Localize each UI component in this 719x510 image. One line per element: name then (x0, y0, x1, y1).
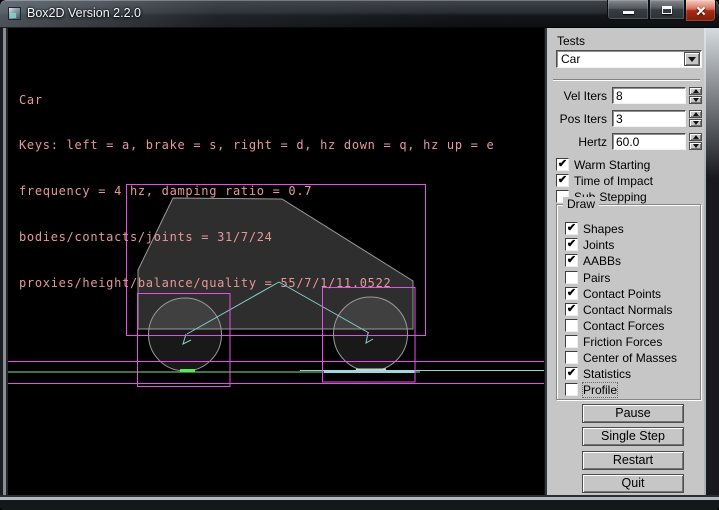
arrow-up-icon (693, 112, 699, 116)
arrow-down-icon (693, 144, 699, 148)
arrow-down-icon (693, 98, 699, 102)
arrow-up-icon (693, 89, 699, 93)
single-step-button[interactable]: Single Step (582, 427, 684, 446)
window-title: Box2D Version 2.2.0 (27, 0, 141, 28)
restart-button[interactable]: Restart (582, 451, 684, 470)
tests-label: Tests (557, 34, 585, 48)
stats-line-frequency: frequency = 4 hz, damping ratio = 0.7 (19, 184, 494, 199)
chevron-down-icon (688, 57, 696, 62)
title-bar[interactable]: Box2D Version 2.2.0 (0, 0, 719, 28)
pause-button[interactable]: Pause (582, 404, 684, 423)
checkbox-box[interactable] (565, 319, 578, 332)
spinner-down-button[interactable] (689, 142, 702, 150)
draw-group: Draw ✔ Shapes ✔ Joints ✔ AABBs Pairs ✔ C… (556, 204, 701, 400)
checkbox-label: Shapes (583, 222, 624, 236)
checkbox-label: Time of Impact (574, 174, 653, 188)
checkbox-label: Pairs (583, 271, 610, 285)
statistics-text: Car Keys: left = a, brake = s, right = d… (19, 62, 494, 322)
checkbox-label: Warm Starting (574, 158, 650, 172)
close-icon (695, 5, 707, 17)
checkbox-box[interactable] (565, 383, 578, 396)
pos-iters-label: Pos Iters (547, 112, 607, 126)
spinner-down-button[interactable] (689, 119, 702, 127)
tests-dropdown-arrow-button[interactable] (684, 52, 700, 66)
checkbox-box[interactable] (565, 271, 578, 284)
pos-iters-row: Pos Iters (547, 110, 706, 127)
checkbox-box[interactable]: ✔ (556, 174, 569, 187)
vel-iters-spinner (689, 87, 702, 104)
checkbox-box[interactable] (565, 351, 578, 364)
hertz-row: Hertz (547, 133, 706, 150)
stats-line-title: Car (19, 93, 494, 108)
spinner-up-button[interactable] (689, 133, 702, 141)
draw-group-title: Draw (563, 197, 599, 211)
vel-iters-row: Vel Iters (547, 87, 706, 104)
separator (553, 79, 700, 81)
checkbox-label: Center of Masses (583, 351, 677, 365)
window-border-left (0, 28, 8, 510)
spinner-up-button[interactable] (689, 87, 702, 95)
checkbox-box[interactable]: ✔ (565, 238, 578, 251)
simulation-canvas[interactable]: Car Keys: left = a, brake = s, right = d… (8, 28, 544, 495)
tests-dropdown[interactable]: Car (556, 50, 702, 68)
maximize-icon (662, 6, 672, 14)
hertz-label: Hertz (547, 135, 607, 149)
checkbox-box[interactable] (565, 335, 578, 348)
checkbox-box[interactable]: ✔ (565, 367, 578, 380)
minimize-button[interactable] (607, 0, 649, 20)
window-border-bottom (0, 495, 719, 510)
checkbox-box[interactable]: ✔ (556, 158, 569, 171)
vel-iters-input[interactable] (612, 87, 686, 104)
tests-dropdown-value: Car (561, 52, 580, 67)
checkbox-label: Contact Normals (583, 303, 672, 317)
hertz-spinner (689, 133, 702, 150)
checkbox-label: AABBs (583, 254, 621, 268)
checkbox-label: Contact Points (583, 287, 661, 301)
hertz-input[interactable] (612, 133, 686, 150)
checkbox-box[interactable]: ✔ (565, 287, 578, 300)
checkbox-label: Profile (583, 383, 617, 397)
pos-iters-spinner (689, 110, 702, 127)
checkbox-box[interactable]: ✔ (565, 222, 578, 235)
checkbox-box[interactable]: ✔ (565, 303, 578, 316)
checkbox-label: Friction Forces (583, 335, 662, 349)
arrow-down-icon (693, 121, 699, 125)
spinner-up-button[interactable] (689, 110, 702, 118)
checkbox-label: Statistics (583, 367, 631, 381)
vel-iters-label: Vel Iters (547, 89, 607, 103)
control-panel: Tests Car Vel Iters Pos Iters (545, 28, 706, 495)
stats-line-proxies: proxies/height/balance/quality = 55/7/1/… (19, 276, 494, 291)
checkbox-box[interactable]: ✔ (565, 254, 578, 267)
stats-line-keys: Keys: left = a, brake = s, right = d, hz… (19, 138, 494, 153)
spinner-down-button[interactable] (689, 96, 702, 104)
contact-point (180, 369, 195, 372)
close-button[interactable] (685, 0, 716, 22)
stats-line-counts: bodies/contacts/joints = 31/7/24 (19, 230, 494, 245)
arrow-up-icon (693, 135, 699, 139)
minimize-icon (623, 11, 634, 14)
app-window: Box2D Version 2.2.0 (0, 0, 719, 510)
pos-iters-input[interactable] (612, 110, 686, 127)
quit-button[interactable]: Quit (582, 474, 684, 493)
checkbox-label: Contact Forces (583, 319, 664, 333)
app-icon (8, 7, 21, 20)
window-border-right (704, 28, 719, 510)
checkbox-label: Joints (583, 238, 614, 252)
maximize-button[interactable] (649, 0, 685, 20)
